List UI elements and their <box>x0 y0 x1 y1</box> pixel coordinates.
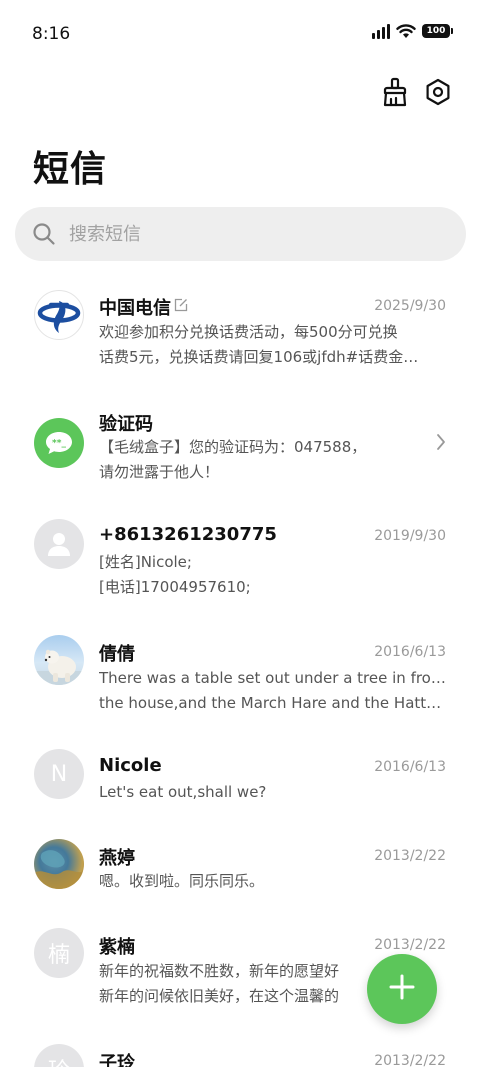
message-item-china-telecom[interactable]: 中国电信 2025/9/30 欢迎参加积分兑换话费活动，每500分可兑换 话费5… <box>0 280 480 390</box>
preview-line: 新年的祝福数不胜数，新年的愿望好 <box>99 962 340 980</box>
page-title: 短信 <box>33 149 108 190</box>
message-preview: 欢迎参加积分兑换话费活动，每500分可兑换 话费5元，兑换话费请回复106或jf… <box>99 320 447 370</box>
sender-name: 燕婷 <box>99 848 135 869</box>
preview-line: the house,and the March Hare and the Hat… <box>99 694 447 712</box>
preview-line: There was a table set out under a tree i… <box>99 669 447 687</box>
message-preview: 新年的祝福数不胜数，新年的愿望好 新年的问候依旧美好，在这个温馨的 <box>99 959 369 1009</box>
plus-icon <box>388 973 416 1005</box>
new-message-button[interactable] <box>367 954 437 1024</box>
status-time: 8:16 <box>32 24 71 44</box>
edit-note-icon <box>174 296 188 317</box>
message-item-phone-number[interactable]: +8613261230775 2019/9/30 [姓名]Nicole; [电话… <box>0 514 480 614</box>
message-item-yanting[interactable]: 燕婷 2013/2/22 嗯。收到啦。同乐同乐。 <box>0 836 480 916</box>
status-icons: 100 <box>372 23 453 39</box>
sender-name: 子玲 <box>99 1053 135 1067</box>
avatar-letter: N <box>34 749 84 799</box>
avatar-letter: 玲 <box>34 1044 84 1067</box>
preview-line: 话费5元，兑换话费请回复106或jfdh#话费金… <box>99 348 419 366</box>
messages-screen: 8:16 100 短信 搜索短信 中国电信 2025/9/30 欢迎参加积分兑换… <box>0 0 480 1067</box>
message-date: 2013/2/22 <box>374 1053 446 1067</box>
message-date: 2019/9/30 <box>374 528 446 544</box>
message-item-ziling[interactable]: 玲 子玲 2013/2/22 <box>0 1044 480 1067</box>
message-preview: Let's eat out,shall we? <box>99 780 447 805</box>
svg-text:**_: **_ <box>52 439 66 449</box>
sender-name: 中国电信 <box>99 298 171 319</box>
preview-line: [姓名]Nicole; <box>99 553 192 571</box>
wifi-icon <box>396 23 416 39</box>
sender-name: 紫楠 <box>99 937 135 958</box>
message-date: 2016/6/13 <box>374 759 446 775</box>
preview-line: 【毛绒盒子】您的验证码为：047588， <box>99 438 367 456</box>
message-item-nicole[interactable]: N Nicole 2016/6/13 Let's eat out,shall w… <box>0 746 480 826</box>
message-date: 2016/6/13 <box>374 644 446 660</box>
sender-name: 验证码 <box>99 414 153 435</box>
verification-code-icon: **_ <box>34 418 84 468</box>
preview-line: 请勿泄露于他人！ <box>99 463 220 481</box>
sender-name: 倩倩 <box>99 644 135 665</box>
landscape-photo-avatar-icon <box>34 839 84 889</box>
polar-bear-avatar-icon <box>34 635 84 685</box>
preview-line: Let's eat out,shall we? <box>99 783 267 801</box>
signal-icon <box>372 23 390 39</box>
sender-name: +8613261230775 <box>99 524 277 545</box>
sender-name: Nicole <box>99 755 162 776</box>
message-sender: 中国电信 <box>99 294 188 320</box>
message-date: 2013/2/22 <box>374 848 446 864</box>
search-icon <box>31 221 57 247</box>
message-date: 2013/2/22 <box>374 937 446 953</box>
message-preview: 嗯。收到啦。同乐同乐。 <box>99 869 447 894</box>
message-preview: 【毛绒盒子】您的验证码为：047588， 请勿泄露于他人！ <box>99 435 447 485</box>
settings-button[interactable] <box>420 76 456 112</box>
search-bar[interactable] <box>15 207 466 261</box>
china-telecom-logo-icon <box>34 290 84 340</box>
message-item-qianqian[interactable]: 倩倩 2016/6/13 There was a table set out u… <box>0 630 480 730</box>
chevron-right-icon <box>436 433 446 455</box>
battery-icon: 100 <box>422 24 453 38</box>
preview-line: [电话]17004957610; <box>99 578 251 596</box>
person-icon <box>34 519 84 569</box>
preview-line: 新年的问候依旧美好，在这个温馨的 <box>99 987 340 1005</box>
avatar-letter: 楠 <box>34 928 84 978</box>
preview-line: 嗯。收到啦。同乐同乐。 <box>99 872 265 890</box>
broom-icon <box>381 77 409 111</box>
search-input[interactable] <box>69 223 429 245</box>
message-preview: [姓名]Nicole; [电话]17004957610; <box>99 550 447 600</box>
message-item-verification-code[interactable]: **_ 验证码 【毛绒盒子】您的验证码为：047588， 请勿泄露于他人！ <box>0 398 480 498</box>
settings-hexagon-icon <box>424 78 452 110</box>
message-preview: There was a table set out under a tree i… <box>99 666 447 716</box>
status-bar: 8:16 100 <box>0 0 480 68</box>
preview-line: 欢迎参加积分兑换话费活动，每500分可兑换 <box>99 323 398 341</box>
message-date: 2025/9/30 <box>374 298 446 314</box>
clean-button[interactable] <box>377 76 413 112</box>
